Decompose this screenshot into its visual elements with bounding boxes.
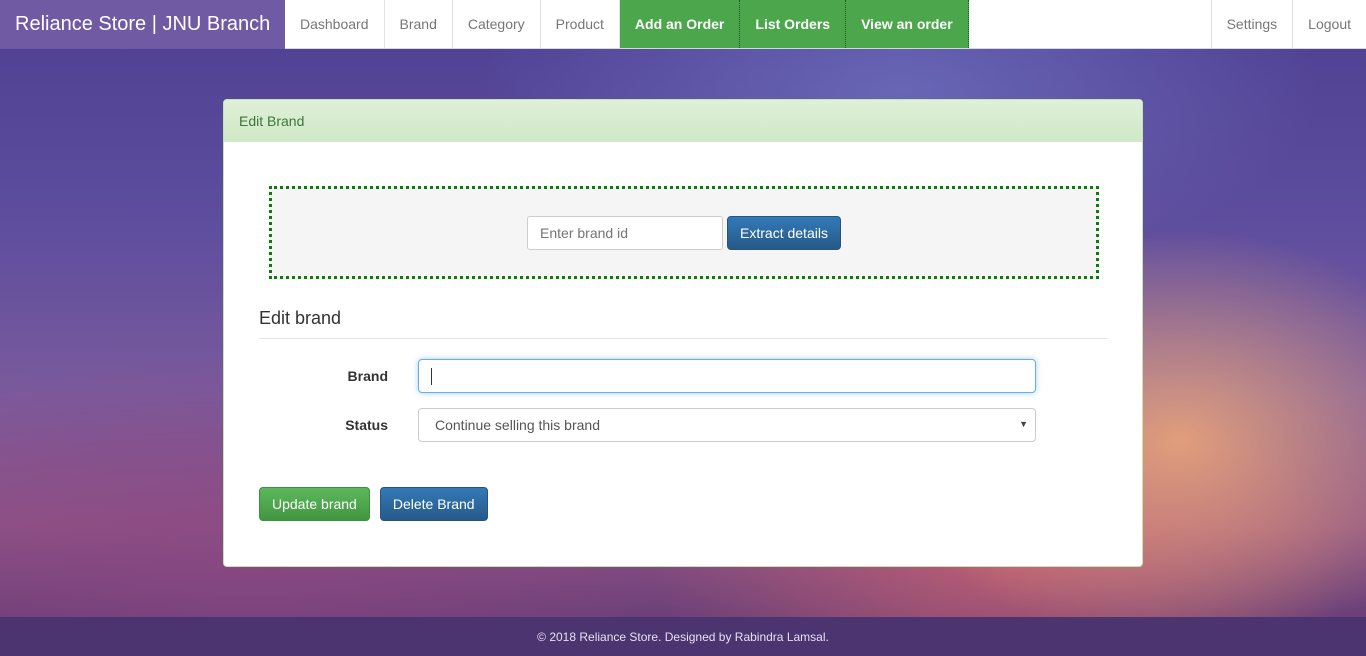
status-label: Status [345, 417, 388, 433]
nav-right-group: Settings Logout [1210, 0, 1366, 48]
brand-name-field[interactable] [418, 359, 1036, 393]
nav-logout[interactable]: Logout [1292, 0, 1366, 48]
nav-settings[interactable]: Settings [1210, 0, 1293, 48]
extract-box: Extract details [269, 186, 1099, 279]
extract-details-button[interactable]: Extract details [727, 215, 841, 250]
panel-heading: Edit Brand [224, 100, 1142, 142]
text-caret [431, 368, 432, 385]
nav-category[interactable]: Category [453, 0, 541, 48]
status-select[interactable]: Continue selling this brand ▼ [418, 408, 1036, 442]
top-navbar: Reliance Store | JNU Branch Dashboard Br… [0, 0, 1366, 49]
nav-view-order[interactable]: View an order [846, 0, 969, 48]
store-brand[interactable]: Reliance Store | JNU Branch [0, 0, 285, 49]
nav-dashboard[interactable]: Dashboard [285, 0, 385, 48]
brand-label: Brand [347, 368, 388, 384]
nav-brand[interactable]: Brand [385, 0, 453, 48]
nav-add-order[interactable]: Add an Order [619, 0, 741, 48]
footer-text: © 2018 Reliance Store. Designed by Rabin… [537, 629, 829, 644]
edit-brand-panel: Edit Brand Extract details Edit brand Br… [223, 99, 1143, 567]
action-row: Update brand Delete Brand [259, 487, 488, 521]
form-title: Edit brand [259, 308, 342, 328]
status-selected-value: Continue selling this brand [435, 417, 600, 433]
nav-list-orders[interactable]: List Orders [740, 0, 847, 48]
brand-id-input[interactable] [527, 215, 724, 250]
nav-product[interactable]: Product [541, 0, 620, 48]
footer: © 2018 Reliance Store. Designed by Rabin… [0, 617, 1366, 656]
delete-brand-button[interactable]: Delete Brand [379, 487, 488, 521]
chevron-down-icon: ▼ [1019, 419, 1028, 429]
form-divider [259, 338, 1107, 339]
update-brand-button[interactable]: Update brand [259, 487, 370, 521]
